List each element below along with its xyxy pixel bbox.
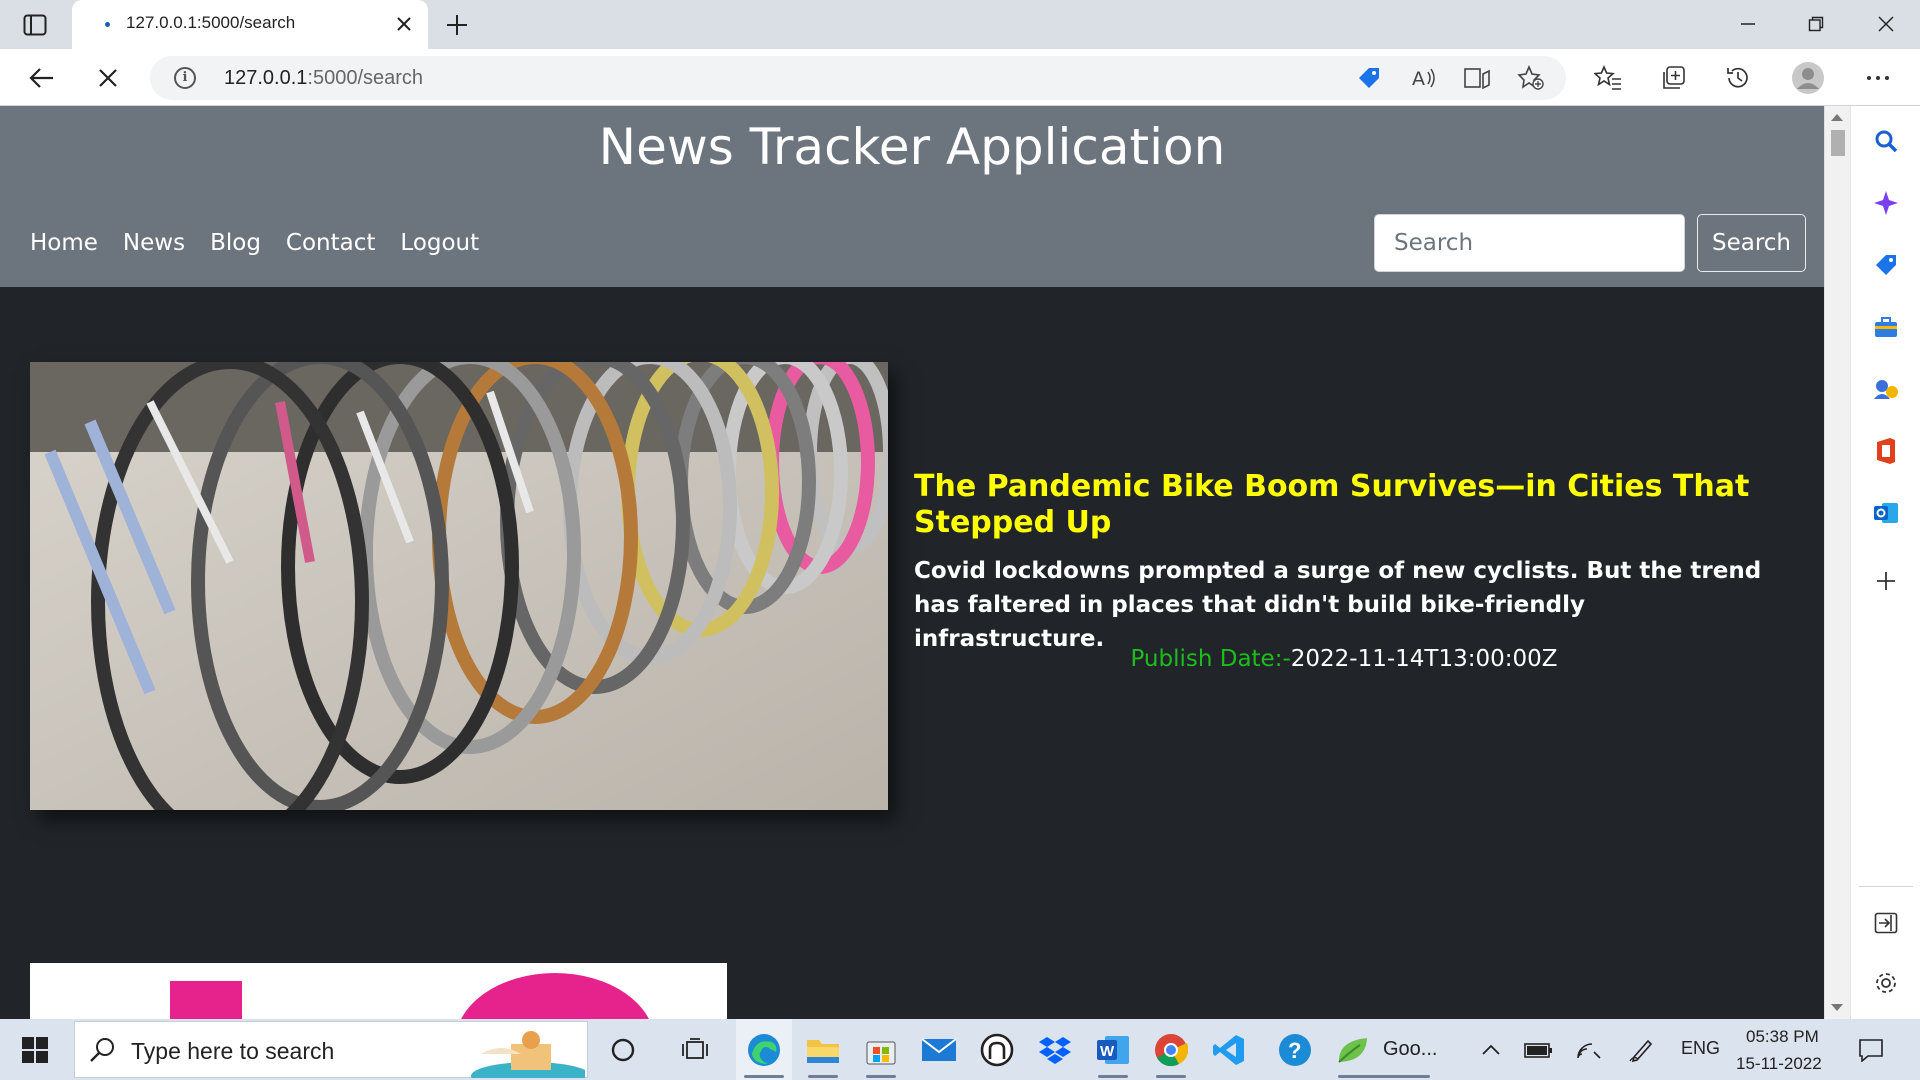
history-icon[interactable]: [1720, 60, 1756, 96]
article-publish-date: Publish Date:-2022-11-14T13:00:00Z: [914, 646, 1774, 672]
tab-title: 127.0.0.1:5000/search: [126, 13, 296, 32]
scrollbar-thumb[interactable]: [1831, 130, 1845, 156]
taskbar-date[interactable]: 15-11-2022: [1736, 1054, 1822, 1074]
mail-icon[interactable]: [920, 1031, 958, 1069]
taskbar-search-icon: [90, 1038, 114, 1062]
app-running-indicator: [1338, 1075, 1430, 1078]
back-icon[interactable]: [24, 60, 60, 96]
browser-titlebar: 127.0.0.1:5000/search: [0, 0, 1920, 49]
next-article-image: [30, 963, 727, 1019]
new-tab-icon[interactable]: [442, 10, 472, 40]
profile-avatar-icon[interactable]: [1790, 60, 1826, 96]
browser-toolbar: i 127.0.0.1:5000/search A: [0, 49, 1920, 106]
windows-taskbar: Type here to search W ? Goo... ENG 05:38…: [0, 1019, 1920, 1080]
address-url[interactable]: 127.0.0.1:5000/search: [224, 67, 423, 90]
vscode-icon[interactable]: [1210, 1031, 1248, 1069]
minimize-icon[interactable]: [1728, 8, 1768, 40]
address-bar[interactable]: i 127.0.0.1:5000/search A: [150, 56, 1566, 100]
edge-sidebar: [1850, 106, 1920, 1019]
stop-loading-icon[interactable]: [90, 60, 126, 96]
site-header: News Tracker Application Home News Blog …: [0, 106, 1824, 287]
chrome-running-indicator: [1156, 1075, 1186, 1078]
add-favorite-icon[interactable]: [1516, 64, 1546, 92]
restore-icon[interactable]: [1796, 8, 1836, 40]
svg-text:?: ?: [1288, 1038, 1301, 1063]
more-options-icon[interactable]: [1860, 60, 1896, 96]
tab-actions-icon[interactable]: [20, 12, 50, 38]
taskbar-search-placeholder: Type here to search: [131, 1038, 335, 1064]
language-indicator[interactable]: ENG: [1681, 1038, 1720, 1059]
store-running-indicator: [866, 1075, 896, 1078]
help-icon[interactable]: ?: [1276, 1031, 1314, 1069]
leaf-app-icon[interactable]: [1334, 1031, 1372, 1069]
nav-blog-link[interactable]: Blog: [210, 230, 261, 256]
cortana-icon[interactable]: [604, 1031, 642, 1069]
svg-text:W: W: [1100, 1043, 1115, 1060]
add-sidebar-app-icon[interactable]: [1871, 566, 1901, 596]
immersive-reader-icon[interactable]: [1462, 64, 1492, 92]
nav-news-link[interactable]: News: [123, 230, 185, 256]
taskbar-search-box[interactable]: Type here to search: [74, 1021, 588, 1078]
collections-icon[interactable]: [1656, 60, 1692, 96]
site-title: News Tracker Application: [598, 118, 1226, 176]
publish-date-value: 2022-11-14T13:00:00Z: [1290, 646, 1558, 672]
hide-sidebar-icon[interactable]: [1871, 908, 1901, 938]
sidebar-divider: [1859, 886, 1913, 887]
page-scrollbar[interactable]: [1824, 106, 1850, 1019]
main-nav: Home News Blog Contact Logout: [30, 230, 504, 256]
tools-briefcase-icon[interactable]: [1871, 312, 1901, 342]
wifi-icon[interactable]: [1570, 1031, 1608, 1069]
office-icon[interactable]: [1871, 436, 1901, 466]
outlook-icon[interactable]: [1871, 498, 1901, 528]
search-icon[interactable]: [1871, 126, 1901, 156]
file-explorer-icon[interactable]: [804, 1031, 842, 1069]
page-viewport: News Tracker Application Home News Blog …: [0, 106, 1824, 1019]
task-view-icon[interactable]: [676, 1031, 714, 1069]
shopping-tag-icon[interactable]: [1871, 250, 1901, 280]
microsoft-store-icon[interactable]: [862, 1031, 900, 1069]
tab-loading-icon: [105, 22, 110, 27]
search-highlight-illustration: [471, 1031, 585, 1078]
settings-gear-icon[interactable]: [1871, 968, 1901, 998]
close-window-icon[interactable]: [1866, 8, 1906, 40]
edge-browser-icon[interactable]: [745, 1031, 783, 1069]
scroll-up-icon[interactable]: [1831, 114, 1843, 121]
show-hidden-icons-icon[interactable]: [1472, 1031, 1510, 1069]
publish-date-label: Publish Date:-: [1130, 646, 1291, 672]
battery-icon[interactable]: [1520, 1031, 1558, 1069]
read-aloud-icon[interactable]: A: [1408, 64, 1438, 92]
scroll-down-icon[interactable]: [1831, 1004, 1843, 1011]
taskbar-time[interactable]: 05:38 PM: [1746, 1027, 1819, 1047]
search-button[interactable]: Search: [1697, 214, 1806, 272]
article-description: Covid lockdowns prompted a surge of new …: [914, 558, 1762, 652]
word-icon[interactable]: W: [1094, 1031, 1132, 1069]
copilot-sparkle-icon[interactable]: [1871, 188, 1901, 218]
article-image: [30, 362, 888, 810]
explorer-running-indicator: [808, 1075, 838, 1078]
edge-running-indicator: [744, 1075, 784, 1078]
notifications-icon[interactable]: [1852, 1031, 1890, 1069]
site-info-icon[interactable]: i: [174, 67, 196, 89]
search-input[interactable]: [1374, 214, 1685, 272]
svg-text:A: A: [1412, 68, 1425, 90]
browser-tab[interactable]: 127.0.0.1:5000/search: [72, 0, 428, 49]
close-tab-icon[interactable]: [392, 12, 416, 36]
games-icon[interactable]: [1871, 374, 1901, 404]
pen-icon[interactable]: [1622, 1031, 1660, 1069]
bicycles-illustration: [30, 362, 888, 810]
chrome-icon[interactable]: [1152, 1031, 1190, 1069]
nav-logout-link[interactable]: Logout: [400, 230, 479, 256]
word-running-indicator: [1098, 1075, 1128, 1078]
taskbar-app-label[interactable]: Goo...: [1383, 1038, 1437, 1061]
article-title[interactable]: The Pandemic Bike Boom Survives—in Citie…: [914, 469, 1774, 541]
dropbox-icon[interactable]: [1036, 1031, 1074, 1069]
nav-contact-link[interactable]: Contact: [286, 230, 375, 256]
github-app-icon[interactable]: [978, 1031, 1016, 1069]
favorites-icon[interactable]: [1590, 60, 1626, 96]
windows-start-icon[interactable]: [14, 1034, 56, 1066]
coupon-tag-icon[interactable]: [1354, 64, 1384, 92]
nav-home-link[interactable]: Home: [30, 230, 98, 256]
